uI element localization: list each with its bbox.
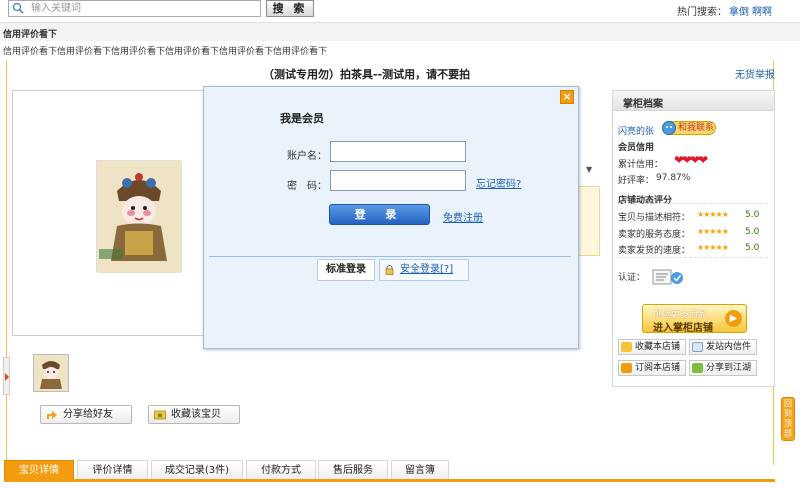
enter-shop-line2: 进入掌柜店铺 — [653, 323, 713, 334]
credit-hearts-icon: ❤❤❤❤ — [674, 153, 708, 167]
tab-secure-login-label: 安全登录[?] — [400, 264, 454, 275]
folder-star-icon — [154, 410, 166, 420]
seller-panel-header: 掌柜档案 — [613, 91, 774, 111]
store-header-band: 信用评价看下 — [0, 22, 800, 41]
detail-tabs: 宝贝详情 评价详情 成交记录(3件) 付款方式 售后服务 留言簿 — [4, 460, 775, 481]
share-to-jianghu-label: 分享到江湖 — [706, 363, 752, 373]
tabs-underline — [4, 479, 775, 482]
tab-item-details[interactable]: 宝贝详情 — [4, 460, 74, 480]
tab-transactions[interactable]: 成交记录(3件) — [151, 460, 243, 480]
hot-keyword-link[interactable]: 拿倒 — [729, 3, 749, 18]
share-to-friend-label: 分享给好友 — [63, 409, 113, 420]
tab-standard-login[interactable]: 标准登录 — [317, 259, 375, 281]
tab-reviews[interactable]: 评价详情 — [77, 460, 148, 480]
account-label: 账户名： — [287, 151, 327, 162]
rating-score: 5.0 — [745, 227, 760, 237]
contact-seller-button[interactable]: 和我联系 — [662, 121, 716, 135]
share-icon — [692, 363, 703, 373]
store-subtitle: 信用评价看下信用评价看下信用评价看下信用评价看下信用评价看下信用评价看下 — [3, 47, 328, 57]
item-title: （测试专用勿）拍茶具--测试用，请不要拍 — [263, 68, 471, 81]
send-message-button[interactable]: 发站内信件 — [689, 339, 757, 355]
rating-score: 5.0 — [745, 243, 760, 253]
product-thumbnail[interactable] — [33, 354, 69, 392]
back-to-top-label: 回到顶部 — [784, 399, 792, 438]
store-title: 信用评价看下 — [3, 30, 58, 40]
product-image[interactable] — [96, 160, 182, 273]
search-button[interactable]: 搜 索 — [266, 0, 314, 17]
share-to-jianghu-button[interactable]: 分享到江湖 — [689, 360, 757, 376]
enter-shop-button[interactable]: 挑选更多商品 进入掌柜店铺 ▶ — [642, 304, 747, 334]
seller-name-link[interactable]: 闪亮的张 — [618, 124, 654, 137]
report-link[interactable]: 无货举报 — [735, 66, 775, 81]
password-label: 密 码： — [287, 181, 327, 192]
rating-stars-icon: ★★★★★ — [697, 227, 729, 236]
forgot-password-link[interactable]: 忘记密码? — [476, 175, 521, 190]
subscribe-shop-button[interactable]: 订阅本店铺 — [618, 360, 686, 376]
positive-rate-label: 好评率： — [618, 176, 655, 186]
folder-icon — [621, 342, 632, 352]
arrow-right-icon: ▶ — [725, 310, 742, 327]
top-bar: 输入关键词 搜 索 热门搜索： 拿倒 啊啊 — [0, 0, 800, 22]
favorite-shop-button[interactable]: 收藏本店铺 — [618, 339, 686, 355]
contact-seller-label: 和我联系 — [678, 123, 715, 133]
share-to-friend-button[interactable]: 分享给好友 — [40, 405, 132, 424]
search-input[interactable]: 输入关键词 — [8, 0, 261, 17]
favorite-shop-label: 收藏本店铺 — [635, 342, 681, 352]
login-heading: 我是会员 — [280, 112, 324, 125]
rating-score: 5.0 — [745, 210, 760, 220]
share-icon — [47, 411, 57, 419]
certification-badge-icon[interactable] — [652, 268, 686, 286]
hot-keyword-link[interactable]: 啊啊 — [752, 3, 772, 18]
positive-rate-value: 97.87% — [656, 173, 691, 183]
password-input[interactable] — [330, 170, 466, 191]
cumulative-credit-label: 累计信用： — [618, 160, 664, 170]
divider — [618, 257, 768, 258]
rating-stars-icon: ★★★★★ — [697, 210, 729, 219]
rating-label: 宝贝与描述相符： — [618, 213, 691, 223]
rating-label: 卖家发货的速度： — [618, 246, 691, 256]
register-link[interactable]: 免费注册 — [443, 209, 483, 224]
background-panel-edge — [578, 186, 600, 256]
rating-stars-icon: ★★★★★ — [697, 243, 729, 252]
divider — [209, 256, 571, 257]
thumbnail-scroll-left[interactable] — [3, 357, 10, 395]
certification-label: 认证： — [618, 273, 646, 283]
wangwang-icon — [662, 121, 676, 135]
shop-rating-title: 店铺动态评分 — [618, 196, 673, 206]
member-credit-title: 会员信用 — [618, 143, 655, 153]
mail-icon — [692, 342, 703, 352]
tab-guestbook[interactable]: 留言簿 — [391, 460, 449, 480]
favorite-item-button[interactable]: 收藏该宝贝 — [148, 405, 240, 424]
back-to-top-button[interactable]: 回到顶部 — [781, 397, 795, 441]
rss-icon — [621, 363, 632, 373]
favorite-item-label: 收藏该宝贝 — [171, 409, 221, 420]
tab-secure-login[interactable]: 安全登录[?] — [379, 259, 469, 281]
tab-payment[interactable]: 付款方式 — [246, 460, 316, 480]
login-modal: × 我是会员 账户名： 密 码： 忘记密码? 登 录 免费注册 标准登录 安全登… — [203, 86, 579, 349]
tab-after-sales[interactable]: 售后服务 — [318, 460, 388, 480]
seller-panel-title: 掌柜档案 — [623, 99, 663, 110]
search-icon — [12, 2, 24, 14]
divider — [618, 203, 768, 204]
close-icon[interactable]: × — [560, 90, 574, 104]
rating-label: 卖家的服务态度： — [618, 230, 691, 240]
subscribe-shop-label: 订阅本店铺 — [635, 363, 681, 373]
hot-search-label: 热门搜索： — [677, 7, 727, 18]
account-input[interactable] — [330, 141, 466, 162]
login-button[interactable]: 登 录 — [329, 204, 430, 225]
send-message-label: 发站内信件 — [706, 342, 752, 352]
chevron-down-icon[interactable]: ▼ — [586, 165, 592, 174]
lock-icon — [385, 265, 394, 275]
